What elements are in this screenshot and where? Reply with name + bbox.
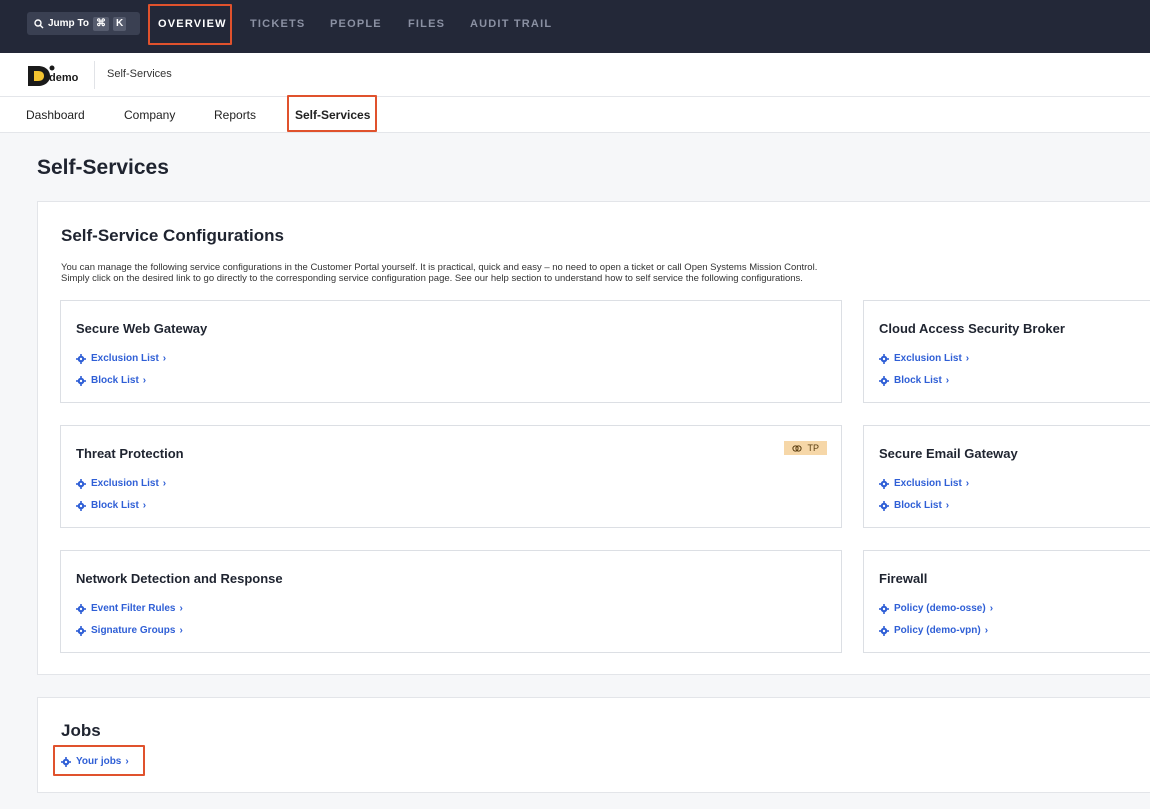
link-label: Block List: [91, 500, 139, 511]
gear-icon: [76, 353, 86, 364]
link-label: Exclusion List: [894, 478, 962, 489]
jump-to-button[interactable]: Jump To ⌘ K: [27, 12, 140, 35]
k-key: K: [112, 16, 127, 31]
block-list-link[interactable]: Block List ›: [76, 500, 146, 511]
link-label: Policy (demo-osse): [894, 603, 986, 614]
card-cloud-access-security-broker: Cloud Access Security Broker Exclusion L…: [863, 300, 1150, 403]
tag-icon: [792, 444, 803, 452]
gear-icon: [76, 625, 86, 636]
breadcrumb-current: Self-Services: [107, 68, 172, 80]
exclusion-list-link[interactable]: Exclusion List ›: [879, 478, 969, 489]
card-network-detection-and-response: Network Detection and Response Event Fil…: [60, 550, 842, 653]
exclusion-list-link[interactable]: Exclusion List ›: [76, 478, 166, 489]
gear-icon: [879, 353, 889, 364]
chevron-right-icon: ›: [965, 353, 970, 364]
self-services-highlight: [287, 95, 377, 132]
signature-groups-link[interactable]: Signature Groups ›: [76, 625, 183, 636]
gear-icon: [879, 375, 889, 386]
exclusion-list-link[interactable]: Exclusion List ›: [76, 353, 166, 364]
jobs-panel: [37, 697, 1150, 793]
jobs-title: Jobs: [61, 721, 101, 740]
your-jobs-highlight: [53, 745, 145, 776]
badge-label: TP: [807, 443, 819, 453]
block-list-link[interactable]: Block List ›: [879, 375, 949, 386]
tab-files[interactable]: FILES: [408, 18, 445, 30]
card-threat-protection: Threat Protection TP Exclusion List › Blo…: [60, 425, 842, 528]
gear-icon: [879, 625, 889, 636]
gear-icon: [879, 603, 889, 614]
subtab-company[interactable]: Company: [124, 108, 175, 122]
link-label: Signature Groups: [91, 625, 176, 636]
card-title: Cloud Access Security Broker: [879, 321, 1065, 336]
breadcrumb-divider: [94, 61, 95, 89]
card-title: Secure Web Gateway: [76, 321, 208, 336]
gear-icon: [879, 478, 889, 489]
jump-to-label: Jump To: [48, 18, 89, 29]
block-list-link[interactable]: Block List ›: [76, 375, 146, 386]
tab-audit-trail[interactable]: AUDIT TRAIL: [470, 18, 552, 30]
link-label: Block List: [91, 375, 139, 386]
link-label: Exclusion List: [91, 478, 159, 489]
breadcrumb: demo Self-Services: [0, 53, 1150, 97]
card-title: Secure Email Gateway: [879, 446, 1018, 461]
link-label: Exclusion List: [894, 353, 962, 364]
link-label: Block List: [894, 375, 942, 386]
gear-icon: [76, 375, 86, 386]
link-label: Exclusion List: [91, 353, 159, 364]
chevron-right-icon: ›: [142, 500, 147, 511]
link-label: Policy (demo-vpn): [894, 625, 981, 636]
logo-text: demo: [49, 72, 79, 84]
card-secure-web-gateway: Secure Web Gateway Exclusion List › Block…: [60, 300, 842, 403]
link-label: Event Filter Rules: [91, 603, 176, 614]
chevron-right-icon: ›: [142, 375, 147, 386]
gear-icon: [76, 603, 86, 614]
search-icon: [34, 18, 44, 28]
block-list-link[interactable]: Block List ›: [879, 500, 949, 511]
subtab-reports[interactable]: Reports: [214, 108, 256, 122]
card-title: Network Detection and Response: [76, 571, 283, 586]
card-title: Threat Protection: [76, 446, 184, 461]
chevron-right-icon: ›: [162, 353, 167, 364]
command-key: ⌘: [92, 16, 109, 31]
policy-demo-osse-link[interactable]: Policy (demo-osse) ›: [879, 603, 993, 614]
sub-navigation: Dashboard Company Reports Self-Services: [0, 97, 1150, 133]
chevron-right-icon: ›: [945, 500, 950, 511]
chevron-right-icon: ›: [945, 375, 950, 386]
card-secure-email-gateway: Secure Email Gateway Exclusion List › Blo…: [863, 425, 1150, 528]
overview-highlight: [148, 4, 232, 45]
tab-tickets[interactable]: TICKETS: [250, 18, 305, 30]
chevron-right-icon: ›: [162, 478, 167, 489]
chevron-right-icon: ›: [984, 625, 989, 636]
company-logo[interactable]: demo: [26, 61, 88, 89]
policy-demo-vpn-link[interactable]: Policy (demo-vpn) ›: [879, 625, 988, 636]
card-firewall: Firewall Policy (demo-osse) › Policy (dem…: [863, 550, 1150, 653]
exclusion-list-link[interactable]: Exclusion List ›: [879, 353, 969, 364]
gear-icon: [76, 478, 86, 489]
page-title: Self-Services: [37, 156, 169, 179]
configurations-title: Self-Service Configurations: [61, 226, 284, 245]
tp-badge: TP: [784, 441, 827, 455]
configurations-description: You can manage the following service con…: [61, 262, 1121, 284]
description-line-2: Simply click on the desired link to go d…: [61, 273, 803, 284]
chevron-right-icon: ›: [965, 478, 970, 489]
chevron-right-icon: ›: [179, 603, 183, 614]
description-line-1: You can manage the following service con…: [61, 262, 818, 273]
tab-people[interactable]: PEOPLE: [330, 18, 382, 30]
chevron-right-icon: ›: [179, 625, 183, 636]
chevron-right-icon: ›: [989, 603, 994, 614]
gear-icon: [76, 500, 86, 511]
gear-icon: [879, 500, 889, 511]
link-label: Block List: [894, 500, 942, 511]
event-filter-rules-link[interactable]: Event Filter Rules ›: [76, 603, 183, 614]
subtab-dashboard[interactable]: Dashboard: [26, 108, 85, 122]
card-title: Firewall: [879, 571, 928, 586]
